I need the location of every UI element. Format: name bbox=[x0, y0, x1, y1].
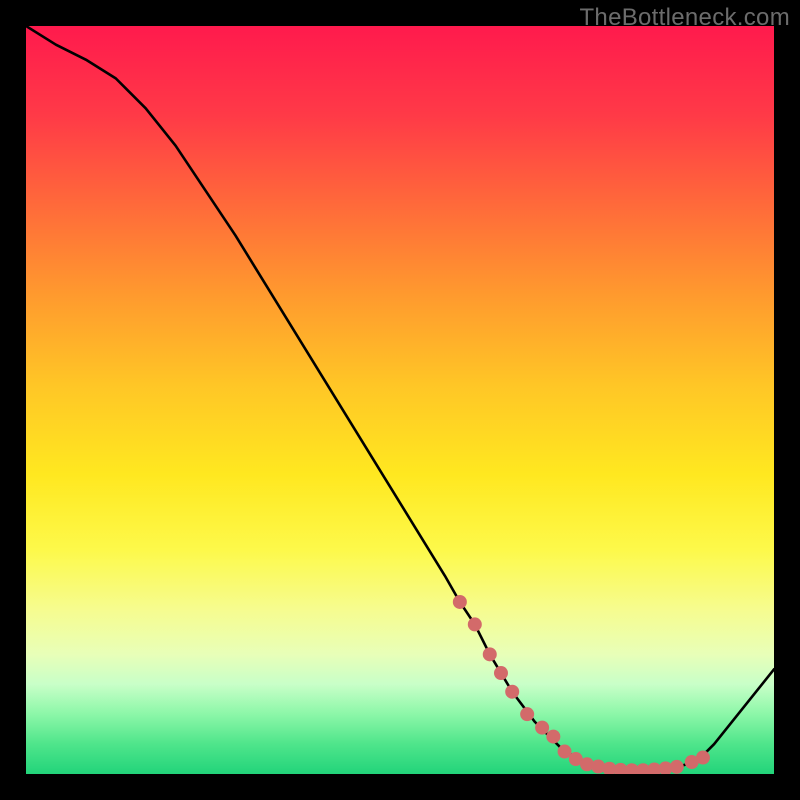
marker-dot bbox=[696, 751, 710, 765]
curve-svg bbox=[26, 26, 774, 774]
marker-dot bbox=[670, 760, 684, 774]
chart-frame: TheBottleneck.com bbox=[0, 0, 800, 800]
marker-dot bbox=[505, 685, 519, 699]
marker-dot bbox=[494, 666, 508, 680]
plot-area bbox=[26, 26, 774, 774]
marker-dot bbox=[546, 730, 560, 744]
curve-line bbox=[26, 26, 774, 770]
marker-dot bbox=[453, 595, 467, 609]
marker-dot bbox=[468, 617, 482, 631]
marker-dot bbox=[483, 647, 497, 661]
marker-dot bbox=[520, 707, 534, 721]
marker-dot bbox=[535, 721, 549, 735]
marker-group bbox=[453, 595, 710, 774]
